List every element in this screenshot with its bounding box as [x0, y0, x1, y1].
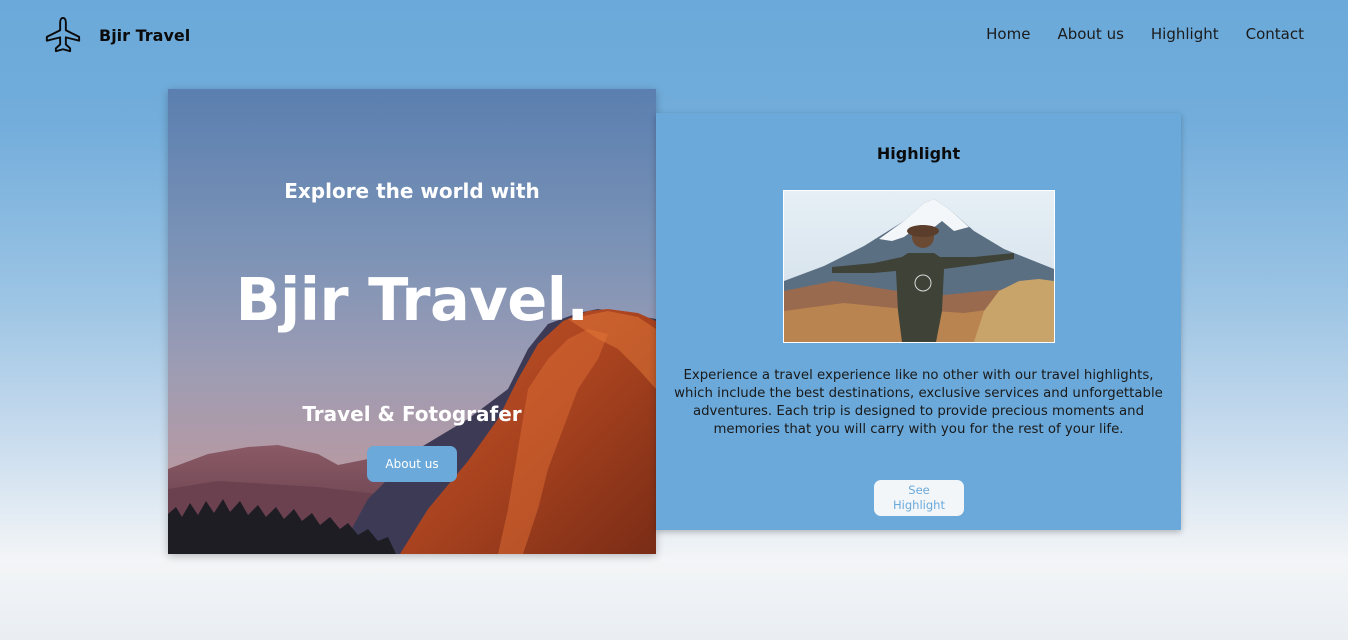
nav-link-home[interactable]: Home	[986, 25, 1030, 43]
highlight-description: Experience a travel experience like no o…	[674, 368, 1163, 437]
hero-card: Explore the world with Bjir Travel. Trav…	[168, 89, 656, 554]
nav-link-highlight[interactable]: Highlight	[1151, 25, 1219, 43]
hero-subtitle: Travel & Fotografer	[302, 402, 522, 426]
see-highlight-button[interactable]: See Highlight	[874, 480, 964, 516]
highlight-photo	[783, 190, 1055, 343]
airplane-icon	[45, 16, 81, 53]
hero-kicker: Explore the world with	[284, 179, 540, 203]
hero-title: Bjir Travel.	[235, 265, 589, 334]
see-highlight-label: See Highlight	[893, 483, 945, 512]
highlight-title: Highlight	[876, 144, 961, 163]
nav-links: Home About us Highlight Contact	[959, 25, 1304, 43]
about-us-button[interactable]: About us	[367, 446, 457, 482]
navbar: Bjir Travel Home About us Highlight Cont…	[0, 0, 1348, 70]
nav-link-about-us[interactable]: About us	[1057, 25, 1123, 43]
highlight-card: Highlight Experience a travel experience…	[656, 113, 1181, 530]
brand[interactable]: Bjir Travel	[44, 16, 190, 54]
nav-link-contact[interactable]: Contact	[1246, 25, 1304, 43]
brand-name: Bjir Travel	[99, 25, 191, 45]
